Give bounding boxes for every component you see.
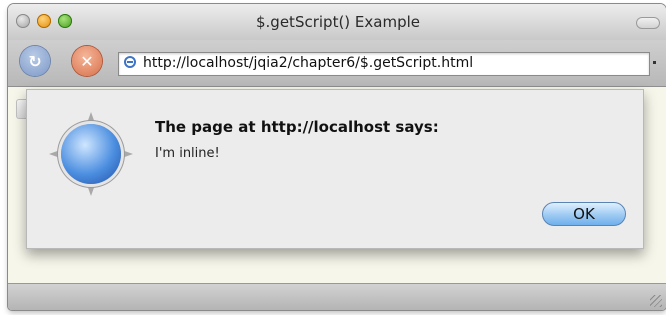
status-bar bbox=[8, 283, 666, 310]
stop-button[interactable]: ✕ bbox=[72, 46, 102, 76]
page-icon bbox=[124, 56, 136, 68]
safari-compass-icon bbox=[49, 112, 133, 196]
toolbar-overflow[interactable] bbox=[653, 61, 656, 64]
reload-button[interactable]: ↻ bbox=[20, 46, 50, 76]
resize-grip[interactable] bbox=[650, 295, 662, 307]
dialog-title: The page at http://localhost says: bbox=[155, 118, 439, 136]
address-bar[interactable]: http://localhost/jqia2/chapter6/$.getScr… bbox=[118, 52, 650, 76]
reload-icon: ↻ bbox=[28, 51, 42, 71]
address-text: http://localhost/jqia2/chapter6/$.getScr… bbox=[143, 55, 474, 71]
compass-point bbox=[119, 149, 133, 159]
alert-dialog: The page at http://localhost says: I'm i… bbox=[26, 89, 644, 249]
title-bar: $.getScript() Example bbox=[8, 4, 666, 40]
window-title: $.getScript() Example bbox=[256, 13, 420, 31]
ok-button[interactable]: OK bbox=[542, 202, 626, 226]
dialog-message: I'm inline! bbox=[155, 146, 220, 161]
stop-icon: ✕ bbox=[80, 51, 94, 71]
zoom-window-button[interactable] bbox=[58, 14, 72, 28]
compass-globe bbox=[61, 124, 121, 184]
compass-point bbox=[86, 182, 96, 196]
close-window-button[interactable] bbox=[16, 14, 30, 28]
toolbar-toggle-button[interactable] bbox=[636, 17, 660, 29]
toolbar: ↻ ✕ http://localhost/jqia2/chapter6/$.ge… bbox=[8, 40, 666, 87]
minimize-window-button[interactable] bbox=[37, 14, 51, 28]
